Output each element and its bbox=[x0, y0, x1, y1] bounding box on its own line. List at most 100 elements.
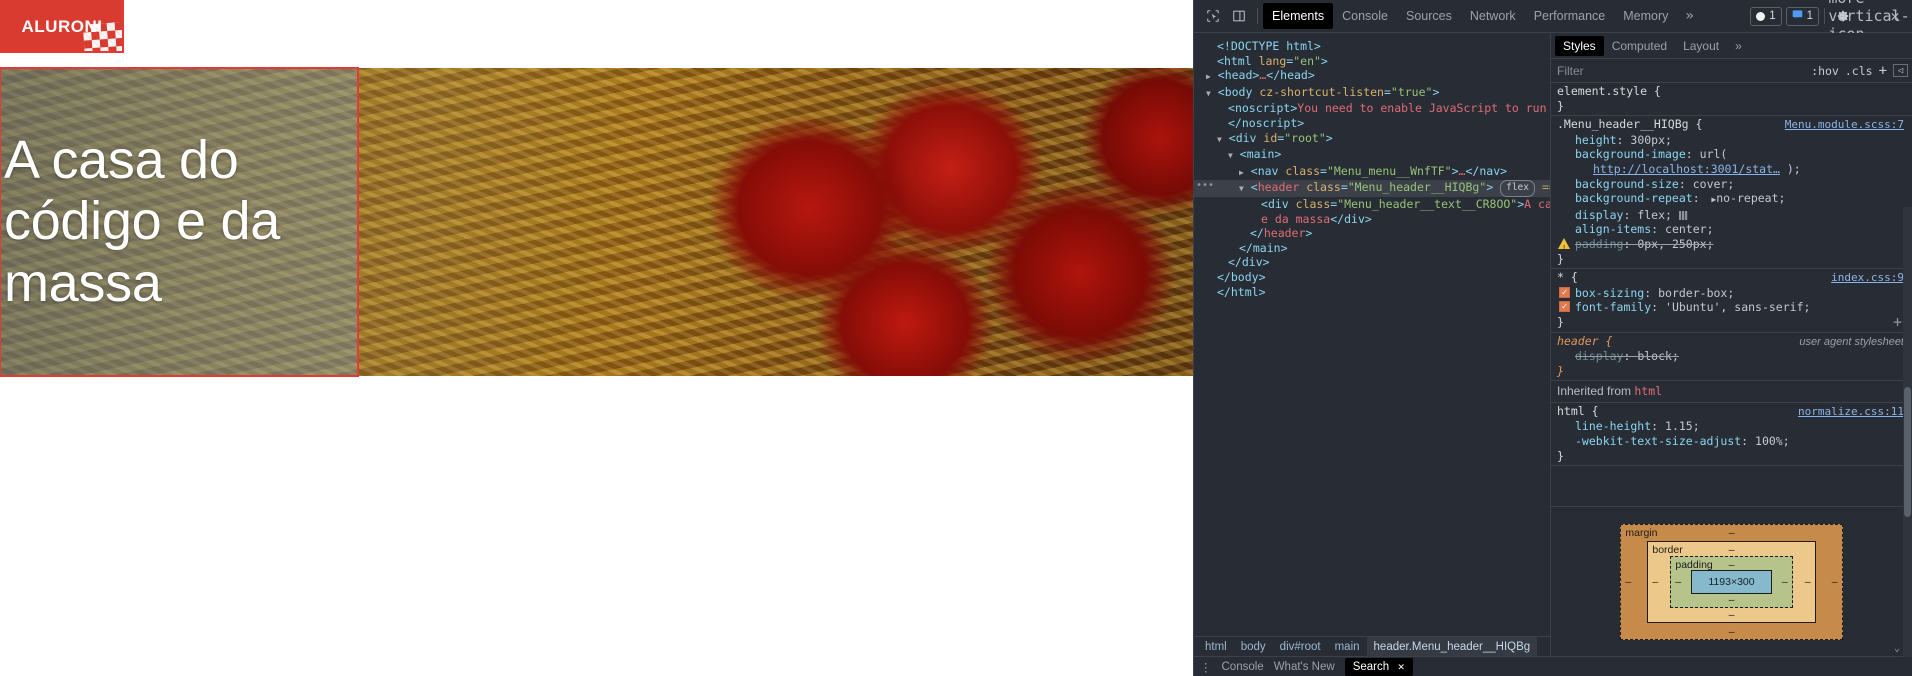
inspect-element-icon[interactable] bbox=[1200, 3, 1226, 29]
styles-filter-input[interactable] bbox=[1557, 63, 1806, 78]
dom-node[interactable]: </main> bbox=[1194, 241, 1550, 256]
box-model-content-size[interactable]: 1193×300 bbox=[1691, 569, 1772, 594]
box-model-border[interactable]: border – – – – padding – – – – 1193×300 bbox=[1647, 540, 1816, 623]
tab-computed[interactable]: Computed bbox=[1604, 36, 1675, 56]
dom-node[interactable]: ▼ <div id="root"> bbox=[1194, 131, 1550, 148]
css-declaration[interactable]: ✓ box-sizing: border-box; bbox=[1559, 286, 1912, 301]
dom-node[interactable]: </div> bbox=[1194, 255, 1550, 270]
add-declaration-icon[interactable]: + bbox=[1893, 315, 1902, 330]
drawer-tab-search[interactable]: Search ✕ bbox=[1344, 657, 1413, 676]
border-left-value[interactable]: – bbox=[1652, 576, 1658, 588]
dom-node[interactable]: <noscript>You need to enable JavaScript … bbox=[1194, 101, 1550, 116]
tab-styles[interactable]: Styles bbox=[1555, 35, 1604, 56]
css-selector[interactable]: html { bbox=[1557, 404, 1599, 419]
flex-editor-icon[interactable] bbox=[1678, 210, 1688, 220]
dom-node[interactable]: <html lang="en"> bbox=[1194, 54, 1550, 69]
breadcrumb-item[interactable]: div#root bbox=[1273, 637, 1328, 656]
drawer-tab-whats-new[interactable]: What's New bbox=[1274, 661, 1335, 673]
tab-memory[interactable]: Memory bbox=[1614, 3, 1677, 29]
css-declaration[interactable]: display: flex; bbox=[1575, 208, 1912, 223]
padding-top-value[interactable]: – bbox=[1729, 559, 1735, 571]
css-selector[interactable]: * { bbox=[1557, 270, 1578, 285]
margin-bottom-value[interactable]: – bbox=[1729, 626, 1735, 638]
panel-toggle-icon[interactable]: ◁ bbox=[1893, 64, 1908, 77]
close-devtools-icon[interactable]: ✕ bbox=[1882, 3, 1908, 29]
box-model-padding[interactable]: padding – – – – 1193×300 bbox=[1670, 555, 1793, 608]
css-declaration[interactable]: display: block; bbox=[1575, 349, 1912, 364]
margin-left-value[interactable]: – bbox=[1625, 576, 1631, 588]
tab-elements[interactable]: Elements bbox=[1263, 3, 1334, 29]
hov-toggle-button[interactable]: :hov bbox=[1811, 64, 1839, 78]
styles-rules-list[interactable]: element.style {} .Menu_header__HIQBg {Men… bbox=[1551, 83, 1912, 506]
scroll-down-caret-icon[interactable]: ⌄ bbox=[1894, 643, 1900, 654]
css-declaration[interactable]: -webkit-text-size-adjust: 100%; bbox=[1575, 434, 1912, 449]
css-declaration[interactable]: ✓ font-family: 'Ubuntu', sans-serif; bbox=[1559, 300, 1912, 315]
dom-node[interactable]: </header> bbox=[1194, 226, 1550, 241]
tab-layout[interactable]: Layout bbox=[1675, 36, 1727, 56]
breadcrumb-item[interactable]: html bbox=[1198, 637, 1234, 656]
css-declaration[interactable]: height: 300px; bbox=[1575, 133, 1912, 148]
css-url-link[interactable]: http://localhost:3001/stat… bbox=[1593, 162, 1780, 176]
css-declaration[interactable]: align-items: center; bbox=[1575, 222, 1912, 237]
css-declaration[interactable]: line-height: 1.15; bbox=[1575, 419, 1912, 434]
dom-node[interactable]: </html> bbox=[1194, 285, 1550, 300]
css-selector[interactable]: element.style { bbox=[1557, 84, 1661, 99]
expand-triangle-icon[interactable]: ▼ bbox=[1206, 89, 1211, 98]
dom-node[interactable]: <div class="Menu_header__text__CR8OO">A … bbox=[1194, 197, 1550, 212]
styles-more-tabs-icon[interactable]: » bbox=[1727, 36, 1750, 56]
issues-count-badge[interactable]: 1 bbox=[1785, 6, 1819, 26]
padding-right-value[interactable]: – bbox=[1782, 576, 1788, 588]
collapse-triangle-icon[interactable]: ▶ bbox=[1206, 72, 1211, 81]
box-model-margin[interactable]: margin – – – – border – – – – padding – … bbox=[1620, 523, 1843, 640]
dom-node[interactable]: <!DOCTYPE html> bbox=[1194, 39, 1550, 54]
css-declaration[interactable]: background-image: url(http://localhost:3… bbox=[1575, 147, 1912, 176]
tab-performance[interactable]: Performance bbox=[1525, 3, 1615, 29]
dom-node[interactable]: ▶ <head>…</head> bbox=[1194, 68, 1550, 85]
dom-node-selected[interactable]: ▼ <header class="Menu_header__HIQBg"> fl… bbox=[1194, 179, 1550, 197]
dom-node[interactable]: ▼ <main> bbox=[1194, 147, 1550, 164]
breadcrumb-item[interactable]: header.Menu_header__HIQBg bbox=[1366, 637, 1538, 656]
cls-toggle-button[interactable]: .cls bbox=[1845, 64, 1873, 78]
padding-left-value[interactable]: – bbox=[1675, 576, 1681, 588]
css-declaration[interactable]: background-size: cover; bbox=[1575, 177, 1912, 192]
dom-node[interactable]: </noscript> bbox=[1194, 116, 1550, 131]
breadcrumb-item[interactable]: main bbox=[1328, 637, 1367, 656]
border-right-value[interactable]: – bbox=[1805, 576, 1811, 588]
css-source-link[interactable]: normalize.css:11 bbox=[1798, 405, 1904, 420]
dom-node[interactable]: ▶ <nav class="Menu_menu__WnfTF">…</nav> bbox=[1194, 164, 1550, 181]
dom-node[interactable]: </body> bbox=[1194, 270, 1550, 285]
declaration-toggle-checkbox[interactable]: ✓ bbox=[1559, 286, 1570, 298]
drawer-tab-console[interactable]: Console bbox=[1222, 661, 1264, 673]
dom-node[interactable]: e da massa</div> bbox=[1194, 212, 1550, 227]
breadcrumb-item[interactable]: body bbox=[1234, 637, 1273, 656]
expand-triangle-icon[interactable]: ▼ bbox=[1239, 184, 1244, 193]
css-source-link[interactable]: index.css:9 bbox=[1831, 271, 1904, 286]
device-toolbar-icon[interactable] bbox=[1226, 3, 1252, 29]
collapse-triangle-icon[interactable]: ▶ bbox=[1239, 168, 1244, 177]
css-declaration[interactable]: ! padding: 0px, 250px; bbox=[1558, 237, 1912, 253]
border-top-value[interactable]: – bbox=[1729, 544, 1735, 556]
tab-network[interactable]: Network bbox=[1461, 3, 1525, 29]
tab-console[interactable]: Console bbox=[1333, 3, 1397, 29]
css-selector[interactable]: .Menu_header__HIQBg { bbox=[1557, 117, 1702, 132]
drawer-menu-icon[interactable]: ⋮ bbox=[1200, 660, 1212, 674]
more-tabs-icon[interactable]: » bbox=[1677, 8, 1701, 24]
new-style-rule-button[interactable]: + bbox=[1879, 63, 1887, 79]
dom-tree[interactable]: <!DOCTYPE html> <html lang="en"> ▶ <head>…… bbox=[1194, 33, 1550, 636]
css-declaration[interactable]: background-repeat: ▶no-repeat; bbox=[1575, 191, 1912, 208]
more-options-icon[interactable]: more-vertical-icon bbox=[1828, 0, 1909, 43]
error-count-badge[interactable]: 1 bbox=[1750, 6, 1782, 26]
css-source-link[interactable]: Menu.module.scss:7 bbox=[1785, 118, 1904, 133]
tab-sources[interactable]: Sources bbox=[1397, 3, 1461, 29]
declaration-toggle-checkbox[interactable]: ✓ bbox=[1559, 301, 1570, 313]
expand-triangle-icon[interactable]: ▼ bbox=[1217, 135, 1222, 144]
margin-top-value[interactable]: – bbox=[1729, 527, 1735, 539]
drawer-tab-search-close-icon[interactable]: ✕ bbox=[1397, 662, 1405, 672]
css-selector[interactable]: header { bbox=[1557, 334, 1612, 349]
border-bottom-value[interactable]: – bbox=[1729, 609, 1735, 621]
margin-right-value[interactable]: – bbox=[1832, 576, 1838, 588]
dom-node[interactable]: ▼ <body cz-shortcut-listen="true"> bbox=[1194, 85, 1550, 102]
padding-bottom-value[interactable]: – bbox=[1729, 594, 1735, 606]
expand-triangle-icon[interactable]: ▼ bbox=[1228, 151, 1233, 160]
styles-scrollbar[interactable] bbox=[1903, 207, 1912, 657]
